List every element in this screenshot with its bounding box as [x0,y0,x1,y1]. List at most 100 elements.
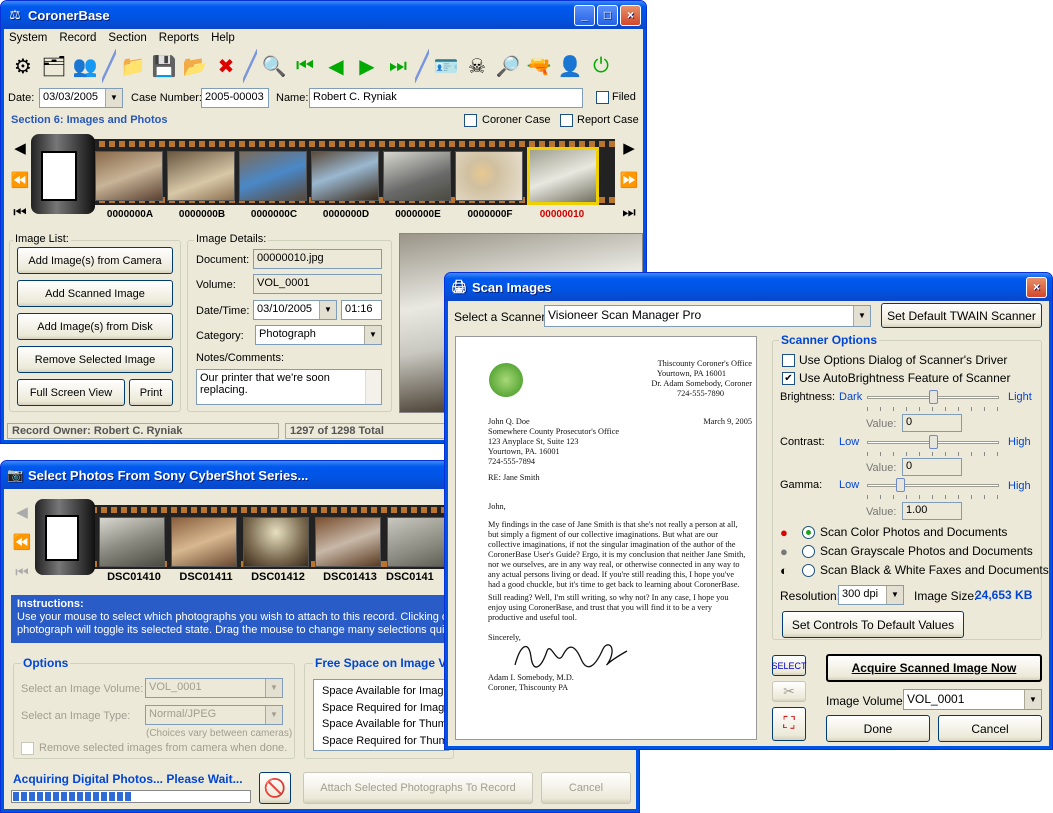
thumbnail[interactable] [99,517,165,567]
autobrightness-checkbox[interactable]: ✔ [782,372,795,385]
close-button[interactable]: × [620,5,641,26]
menu-help[interactable]: Help [211,32,235,44]
thumbnail[interactable] [171,517,237,567]
filed-checkbox[interactable] [596,91,609,104]
delete-folder-icon[interactable]: ✖ [212,51,240,81]
id-card-icon[interactable]: 🪪 [432,51,460,81]
thumbnail[interactable] [243,517,309,567]
magnifier-icon[interactable]: 🔎 [494,51,522,81]
print-button[interactable]: Print [129,379,173,406]
page-right-icon[interactable]: ⏩ [618,167,640,193]
scan-volume-select[interactable]: VOL_0001 ▼ [903,689,1042,710]
scanner-select[interactable]: Visioneer Scan Manager Pro ▼ [544,305,871,327]
scissors-icon[interactable]: ✂ [772,681,806,702]
edit-folder-icon[interactable]: 📂 [181,51,209,81]
gun-icon[interactable]: 🔫 [525,51,553,81]
thumbnail[interactable] [315,517,381,567]
driver-dialog-checkbox[interactable] [782,354,795,367]
gamma-slider[interactable] [896,478,905,492]
set-default-scanner-button[interactable]: Set Default TWAIN Scanner [881,303,1042,328]
brightness-value-field[interactable]: 0 [902,414,962,432]
camera-cancel-icon-button[interactable]: 🚫 [259,772,291,804]
contrast-slider[interactable] [929,435,938,449]
scroll-last-icon[interactable]: ⏭ [618,199,640,225]
scroll-right-icon[interactable]: ▶ [618,135,640,161]
thumbnail[interactable] [239,151,307,201]
add-scanned-button[interactable]: Add Scanned Image [17,280,173,307]
remove-image-button[interactable]: Remove Selected Image [17,346,173,373]
menu-record[interactable]: Record [59,32,96,44]
thumbnail-selected[interactable] [527,147,599,205]
records-icon[interactable]: 🗂 [40,51,68,81]
search-icon[interactable]: 🔍 [260,51,288,81]
main-titlebar[interactable]: ⚖ CoronerBase _ □ × [1,1,646,29]
camera-cancel-button[interactable]: Cancel [541,772,631,804]
add-from-camera-button[interactable]: Add Image(s) from Camera [17,247,173,274]
resolution-select[interactable]: 300 dpi ▼ [838,585,904,605]
gamma-value-field[interactable]: 1.00 [902,502,962,520]
last-record-icon[interactable]: ⏭ [384,51,412,81]
chevron-down-icon[interactable]: ▼ [1024,690,1041,709]
chevron-down-icon[interactable]: ▼ [265,706,282,724]
category-select[interactable]: Photograph ▼ [255,325,382,345]
acquire-scan-button[interactable]: Acquire Scanned Image Now [826,654,1042,682]
chevron-down-icon[interactable]: ▼ [886,586,903,604]
done-button[interactable]: Done [826,715,930,742]
attach-photos-button[interactable]: Attach Selected Photographs To Record [303,772,533,804]
gamma-track[interactable] [867,484,999,487]
users-icon[interactable]: 👥 [71,51,99,81]
person-icon[interactable]: 👤 [556,51,584,81]
skull-icon[interactable]: ☠ [463,51,491,81]
chevron-down-icon[interactable]: ▼ [105,89,122,107]
thumbnail[interactable] [311,151,379,201]
close-button[interactable]: × [1026,277,1047,298]
gears-icon[interactable]: ⚙ [9,51,37,81]
coroner-case-checkbox[interactable] [464,114,477,127]
next-record-icon[interactable]: ▶ [353,51,381,81]
scroll-left-icon[interactable]: ◀ [11,499,33,525]
thumbnail[interactable] [383,151,451,201]
exit-icon[interactable]: ⏻ [587,51,615,81]
add-from-disk-button[interactable]: Add Image(s) from Disk [17,313,173,340]
full-screen-button[interactable]: Full Screen View [17,379,125,406]
thumbnail[interactable] [167,151,235,201]
select-tool-button[interactable]: SELECT [772,655,807,676]
remove-from-camera-checkbox[interactable] [21,742,34,755]
default-values-button[interactable]: Set Controls To Default Values [782,611,964,638]
report-case-checkbox[interactable] [560,114,573,127]
bw-mode-radio[interactable] [802,564,815,577]
image-date-field[interactable]: 03/10/2005 ▼ [253,300,337,320]
name-field[interactable]: Robert C. Ryniak [309,88,583,108]
menu-section[interactable]: Section [108,32,146,44]
scroll-left-icon[interactable]: ◀ [9,135,31,161]
camera-volume-select[interactable]: VOL_0001 ▼ [145,678,283,698]
notes-scrollbar[interactable] [365,370,381,404]
menu-reports[interactable]: Reports [159,32,199,44]
scan-cancel-button[interactable]: Cancel [938,715,1042,742]
scan-titlebar[interactable]: 🖨 Scan Images × [445,273,1052,301]
color-mode-radio[interactable] [802,526,815,539]
chevron-down-icon[interactable]: ▼ [319,301,336,319]
open-folder-icon[interactable]: 📁 [119,51,147,81]
prev-record-icon[interactable]: ◀ [322,51,350,81]
volume-field[interactable]: VOL_0001 [253,274,382,294]
crop-image-icon[interactable]: ⛶ [772,707,806,741]
chevron-down-icon[interactable]: ▼ [265,679,282,697]
chevron-down-icon[interactable]: ▼ [364,326,381,344]
document-field[interactable]: 00000010.jpg [253,249,382,269]
scroll-first-icon[interactable]: ⏮ [9,199,31,225]
time-field[interactable]: 01:16 [341,300,382,320]
save-icon[interactable]: 💾 [150,51,178,81]
minimize-button[interactable]: _ [574,5,595,26]
thumbnail[interactable] [95,151,163,201]
brightness-slider[interactable] [929,390,938,404]
notes-textarea[interactable]: Our printer that we're soon replacing. [196,369,382,405]
thumbnail[interactable] [455,151,523,201]
image-type-select[interactable]: Normal/JPEG ▼ [145,705,283,725]
page-left-icon[interactable]: ⏪ [11,529,33,555]
case-number-field[interactable]: 2005-00003 [201,88,269,108]
chevron-down-icon[interactable]: ▼ [853,306,870,326]
first-record-icon[interactable]: ⏮ [291,51,319,81]
menu-system[interactable]: System [9,32,47,44]
maximize-button[interactable]: □ [597,5,618,26]
